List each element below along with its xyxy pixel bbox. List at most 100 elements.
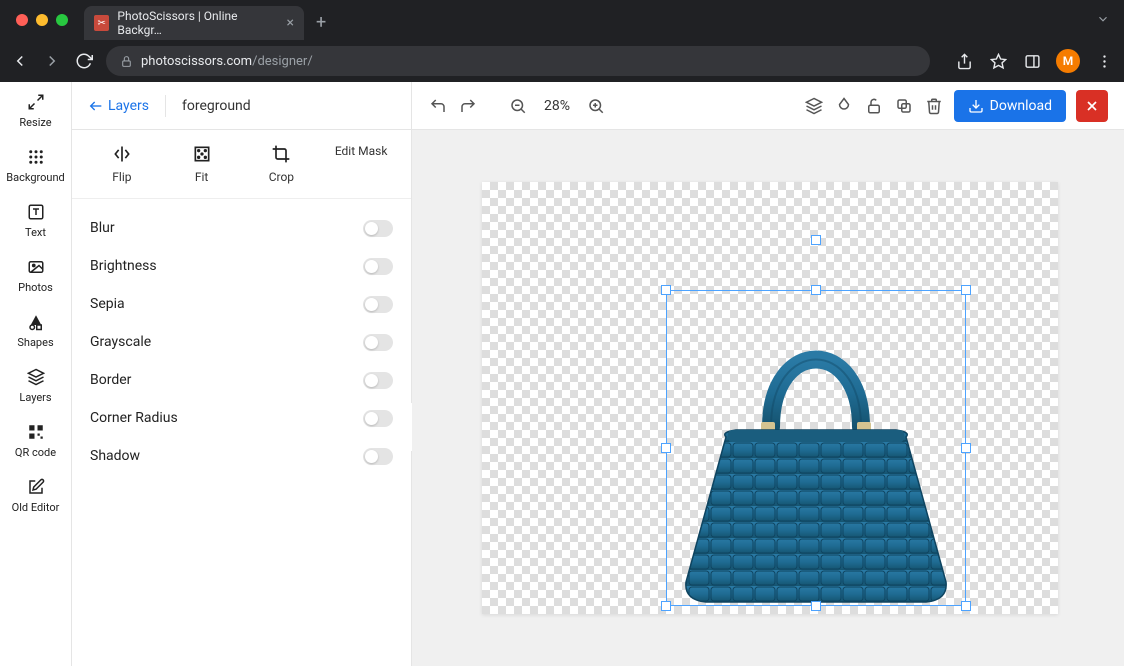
back-button[interactable]: [10, 51, 30, 71]
rail-label: Text: [25, 226, 46, 239]
bookmark-icon[interactable]: [988, 51, 1008, 71]
effect-label: Shadow: [90, 448, 140, 464]
share-icon[interactable]: [954, 51, 974, 71]
selection-box[interactable]: [666, 290, 966, 606]
edit-mask-button[interactable]: Edit Mask: [331, 144, 391, 184]
toggle-grayscale[interactable]: [363, 334, 393, 351]
tool-label: Fit: [195, 170, 208, 184]
rail-label: Resize: [19, 116, 51, 129]
canvas-area: 28% Download: [412, 82, 1124, 666]
zoom-level[interactable]: 28%: [538, 98, 576, 114]
effect-label: Blur: [90, 220, 115, 236]
zoom-in-button[interactable]: [586, 96, 606, 116]
app: Resize Background Text Photos Shapes Lay…: [0, 82, 1124, 666]
toggle-shadow[interactable]: [363, 448, 393, 465]
effect-label: Border: [90, 372, 131, 388]
shapes-icon: [27, 312, 45, 332]
lock-toolbar-icon[interactable]: [864, 96, 884, 116]
effect-grayscale: Grayscale: [90, 323, 393, 361]
toggle-sepia[interactable]: [363, 296, 393, 313]
fit-button[interactable]: Fit: [172, 144, 232, 184]
arrow-left-icon: [88, 98, 104, 114]
crop-button[interactable]: Crop: [251, 144, 311, 184]
rail-item-oldeditor[interactable]: Old Editor: [0, 477, 71, 514]
back-label: Layers: [108, 98, 149, 114]
rail-item-background[interactable]: Background: [0, 147, 71, 184]
panel-icon[interactable]: [1022, 51, 1042, 71]
edit-icon: [27, 477, 45, 497]
rail-item-resize[interactable]: Resize: [0, 92, 71, 129]
effect-label: Corner Radius: [90, 410, 178, 426]
resize-handle-tm[interactable]: [811, 285, 821, 295]
rail-item-text[interactable]: Text: [0, 202, 71, 239]
download-icon: [968, 98, 984, 114]
toggle-brightness[interactable]: [363, 258, 393, 275]
layer-panel: Layers foreground Flip Fit Crop Edit Mas…: [72, 82, 412, 666]
rail-label: Shapes: [17, 336, 53, 349]
qrcode-icon: [27, 422, 45, 442]
browser-tab[interactable]: ✂ PhotoScissors | Online Backgr… ×: [84, 6, 304, 40]
effect-border: Border: [90, 361, 393, 399]
resize-handle-ml[interactable]: [661, 443, 671, 453]
effect-blur: Blur: [90, 209, 393, 247]
window-close-icon[interactable]: [16, 14, 28, 26]
close-editor-button[interactable]: [1076, 90, 1108, 122]
toggle-blur[interactable]: [363, 220, 393, 237]
tab-title: PhotoScissors | Online Backgr…: [117, 9, 278, 37]
rail-item-shapes[interactable]: Shapes: [0, 312, 71, 349]
profile-avatar[interactable]: M: [1056, 49, 1080, 73]
fit-icon: [192, 144, 212, 164]
delete-icon[interactable]: [924, 96, 944, 116]
resize-handle-tr[interactable]: [961, 285, 971, 295]
rail-item-layers[interactable]: Layers: [0, 367, 71, 404]
rail-label: QR code: [15, 446, 56, 459]
effect-label: Sepia: [90, 296, 125, 312]
effect-label: Brightness: [90, 258, 157, 274]
artboard[interactable]: [482, 182, 1058, 614]
effect-brightness: Brightness: [90, 247, 393, 285]
canvas-toolbar: 28% Download: [412, 82, 1124, 130]
window-minimize-icon[interactable]: [36, 14, 48, 26]
resize-handle-mr[interactable]: [961, 443, 971, 453]
opacity-icon[interactable]: [834, 96, 854, 116]
reload-button[interactable]: [74, 51, 94, 71]
flip-button[interactable]: Flip: [92, 144, 152, 184]
resize-handle-tl[interactable]: [661, 285, 671, 295]
url-path: /designer/: [252, 54, 313, 69]
window-controls: [16, 14, 68, 26]
resize-handle-bl[interactable]: [661, 601, 671, 611]
rail-label: Photos: [18, 281, 53, 294]
menu-icon[interactable]: [1094, 51, 1114, 71]
download-button[interactable]: Download: [954, 90, 1066, 122]
resize-handle-br[interactable]: [961, 601, 971, 611]
canvas-viewport[interactable]: [412, 130, 1124, 666]
undo-button[interactable]: [428, 96, 448, 116]
panel-header: Layers foreground: [72, 82, 411, 130]
forward-button[interactable]: [42, 51, 62, 71]
back-to-layers-button[interactable]: Layers: [88, 98, 149, 114]
redo-button[interactable]: [458, 96, 478, 116]
tool-label: Flip: [112, 170, 131, 184]
resize-handle-bm[interactable]: [811, 601, 821, 611]
address-bar: photoscissors.com/designer/ M: [0, 40, 1124, 82]
tool-label: Crop: [269, 170, 294, 184]
new-tab-button[interactable]: +: [316, 12, 326, 33]
zoom-out-button[interactable]: [508, 96, 528, 116]
tab-close-icon[interactable]: ×: [287, 15, 294, 31]
effect-shadow: Shadow: [90, 437, 393, 475]
rotate-handle[interactable]: [811, 235, 821, 245]
toggle-border[interactable]: [363, 372, 393, 389]
window-maximize-icon[interactable]: [56, 14, 68, 26]
rail-item-qrcode[interactable]: QR code: [0, 422, 71, 459]
url-host: photoscissors.com: [141, 54, 252, 69]
layer-tools: Flip Fit Crop Edit Mask: [72, 130, 411, 199]
layers-toolbar-icon[interactable]: [804, 96, 824, 116]
left-rail: Resize Background Text Photos Shapes Lay…: [0, 82, 72, 666]
duplicate-icon[interactable]: [894, 96, 914, 116]
favicon-icon: ✂: [94, 15, 109, 31]
url-input[interactable]: photoscissors.com/designer/: [106, 46, 930, 76]
rail-item-photos[interactable]: Photos: [0, 257, 71, 294]
toggle-cornerradius[interactable]: [363, 410, 393, 427]
tabs-overflow-icon[interactable]: [1096, 12, 1110, 26]
divider: [165, 95, 166, 117]
